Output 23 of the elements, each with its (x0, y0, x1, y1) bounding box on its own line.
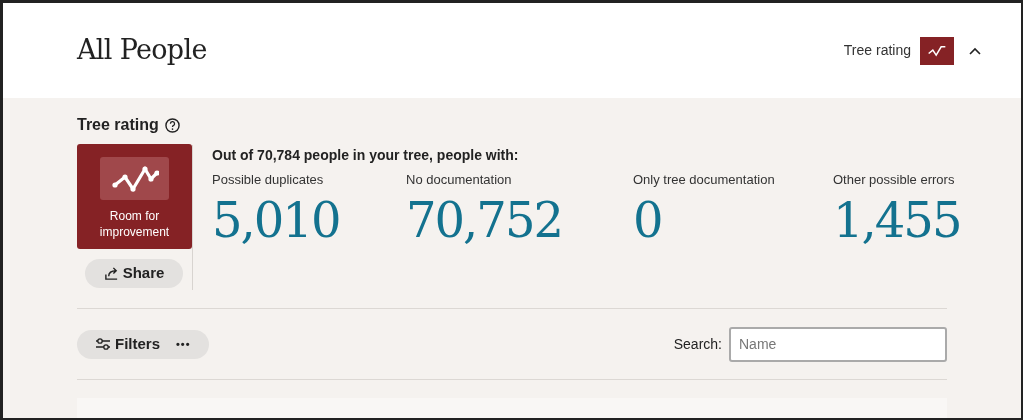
page-title: All People (77, 33, 207, 68)
search-field[interactable]: Name (729, 326, 947, 362)
help-icon[interactable] (164, 117, 180, 133)
rating-label: Room for improvement (98, 208, 171, 240)
stat-label: Possible duplicates (212, 171, 325, 189)
stat-value: 1,455 (833, 190, 962, 250)
stat-label: No documentation (406, 171, 513, 189)
more-button[interactable]: ••• (176, 335, 191, 353)
stat-label: Other possible errors (833, 171, 956, 189)
chevron-up-icon[interactable] (969, 46, 981, 55)
stat-label: Only tree documentation (633, 171, 776, 189)
stat-value: 5,010 (212, 190, 341, 250)
share-icon (103, 266, 119, 281)
share-button[interactable]: Share (85, 259, 183, 288)
rating-chart-icon[interactable] (920, 36, 954, 65)
sliders-icon (95, 337, 111, 351)
stat-value: 0 (633, 190, 663, 250)
filters-button[interactable]: Filters (95, 332, 160, 356)
stat-value: 70,752 (406, 190, 563, 250)
tree-rating-label: Tree rating (843, 41, 911, 60)
summary-text: Out of 70,784 people in your tree, people with: (212, 146, 520, 165)
section-title: Tree rating (77, 115, 159, 135)
search-label: Search: (673, 334, 722, 354)
